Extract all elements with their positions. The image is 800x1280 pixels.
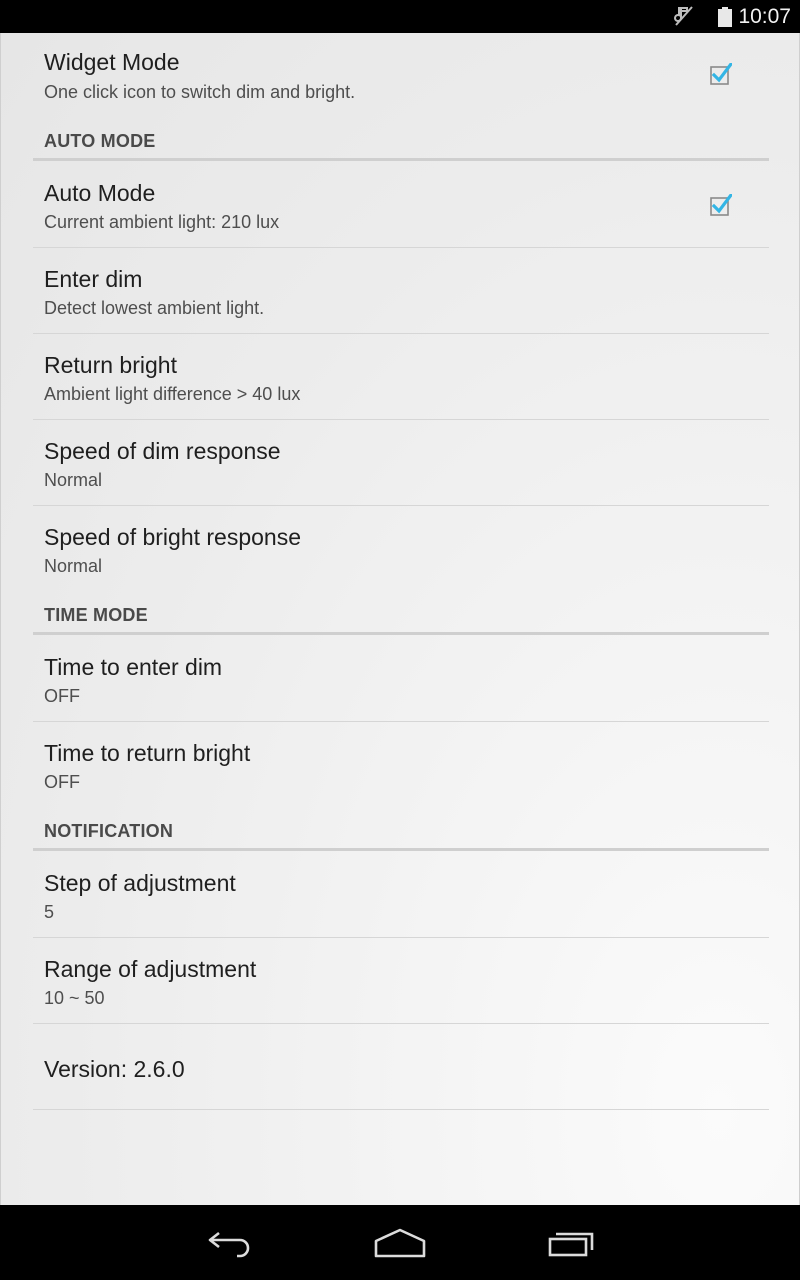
pref-return-bright[interactable]: Return bright Ambient light difference >… [33, 334, 769, 420]
category-time-mode: TIME MODE [44, 605, 148, 625]
pref-summary: Normal [44, 556, 103, 576]
pref-title: Return bright [44, 352, 177, 378]
navigation-bar [0, 1205, 800, 1280]
pref-summary: Normal [44, 470, 103, 490]
clock: 10:07 [738, 5, 791, 28]
pref-enter-dim[interactable]: Enter dim Detect lowest ambient light. [33, 248, 769, 334]
pref-summary: Current ambient light: 210 lux [44, 212, 280, 232]
settings-list[interactable]: Widget Mode One click icon to switch dim… [0, 33, 800, 1205]
pref-range-adjustment[interactable]: Range of adjustment 10 ~ 50 [33, 938, 769, 1024]
version-label: Version: 2.6.0 [44, 1056, 185, 1082]
pref-summary: 10 ~ 50 [44, 988, 105, 1008]
pref-title: Step of adjustment [44, 870, 236, 896]
pref-title: Widget Mode [44, 49, 180, 75]
status-bar: 10:07 [0, 0, 800, 33]
pref-summary: OFF [44, 772, 80, 792]
pref-title: Enter dim [44, 266, 143, 292]
pref-time-enter-dim[interactable]: Time to enter dim OFF [33, 635, 769, 722]
pref-title: Range of adjustment [44, 956, 257, 982]
pref-summary: OFF [44, 686, 80, 706]
battery-icon [718, 7, 732, 27]
pref-summary: Detect lowest ambient light. [44, 298, 265, 318]
recents-icon[interactable] [546, 1225, 596, 1259]
pref-speed-bright[interactable]: Speed of bright response Normal [33, 506, 769, 592]
pref-summary: 5 [44, 902, 55, 922]
pref-speed-dim[interactable]: Speed of dim response Normal [33, 420, 769, 506]
pref-title: Time to enter dim [44, 654, 223, 680]
pref-step-adjustment[interactable]: Step of adjustment 5 [33, 851, 769, 938]
pref-title: Speed of dim response [44, 438, 281, 464]
pref-summary: One click icon to switch dim and bright. [44, 82, 356, 102]
mute-icon [674, 6, 693, 26]
home-icon[interactable] [373, 1225, 427, 1259]
pref-title: Auto Mode [44, 180, 156, 206]
widget-mode-checkbox[interactable] [710, 63, 732, 85]
category-notification: NOTIFICATION [44, 821, 174, 841]
category-auto-mode: AUTO MODE [44, 131, 156, 151]
auto-mode-checkbox[interactable] [710, 194, 732, 216]
pref-version[interactable]: Version: 2.6.0 [33, 1024, 769, 1110]
pref-title: Time to return bright [44, 740, 251, 766]
pref-title: Speed of bright response [44, 524, 302, 550]
pref-time-return-bright[interactable]: Time to return bright OFF [33, 722, 769, 808]
pref-widget-mode-row[interactable]: Widget Mode One click icon to switch dim… [33, 41, 769, 111]
back-icon[interactable] [205, 1225, 255, 1259]
pref-summary: Ambient light difference > 40 lux [44, 384, 301, 404]
pref-auto-mode[interactable]: Auto Mode Current ambient light: 210 lux [33, 161, 769, 248]
